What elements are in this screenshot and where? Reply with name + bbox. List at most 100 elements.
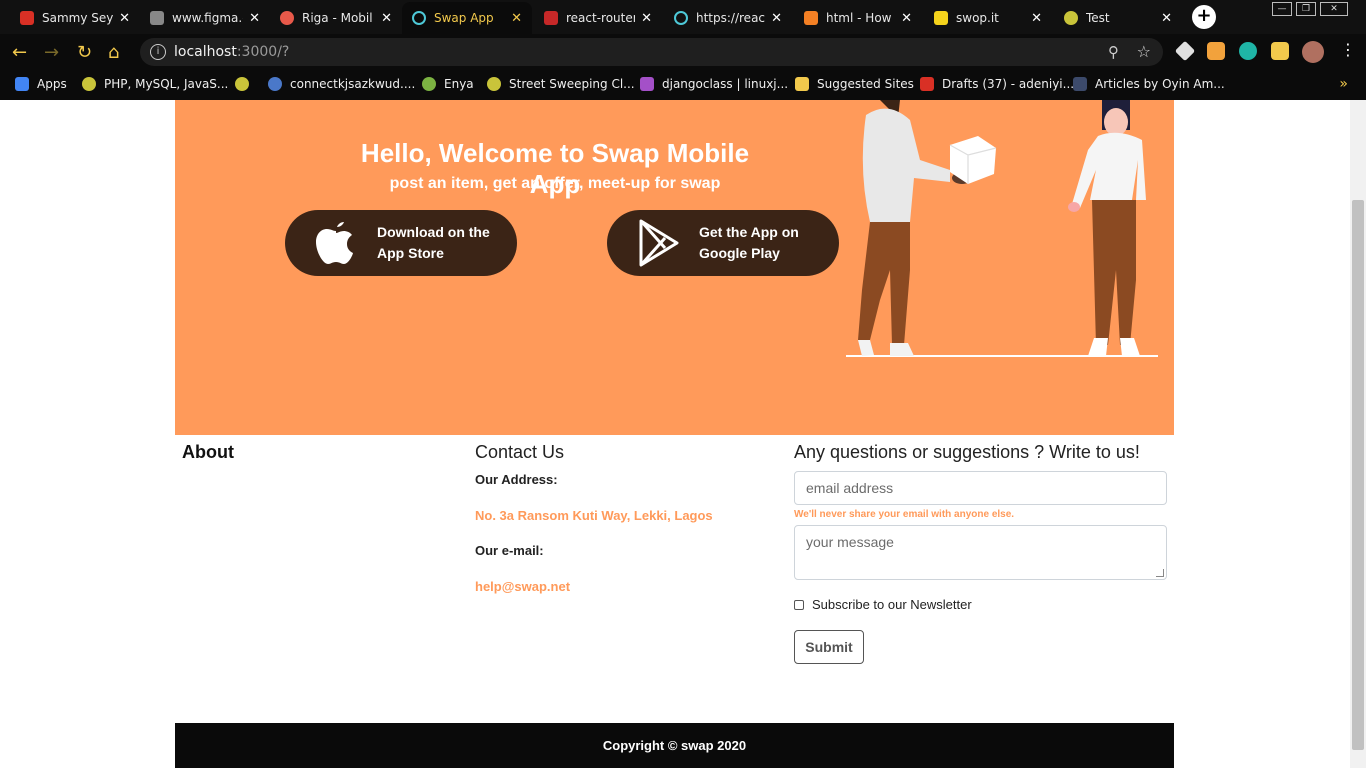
new-tab-button[interactable]: +: [1192, 5, 1216, 29]
about-heading: About: [182, 442, 234, 462]
avatar[interactable]: [1302, 41, 1324, 63]
slack-icon: [640, 77, 654, 91]
tab-title: Swap App: [434, 11, 494, 25]
menu-kebab-icon[interactable]: ⋮: [1340, 40, 1356, 59]
react-icon: [412, 11, 426, 25]
mr-icon: [1073, 77, 1087, 91]
scrollbar-thumb[interactable]: [1352, 200, 1364, 750]
bookmark-php[interactable]: PHP, MySQL, JavaS...: [82, 77, 228, 91]
bookmark-label: djangoclass | linuxj...: [662, 77, 789, 91]
bookmarks-overflow-icon[interactable]: »: [1339, 76, 1348, 92]
tab-riga[interactable]: Riga - Mobil ✕: [270, 2, 402, 34]
bookmark-label: Street Sweeping Cl...: [509, 77, 635, 91]
bookmark-globe[interactable]: [235, 77, 257, 91]
bookmark-connect[interactable]: connectkjsazkwud....: [268, 77, 415, 91]
close-icon[interactable]: ✕: [641, 11, 652, 26]
browser-toolbar: ← → ↻ ⌂ i localhost:3000/? ⚲ ☆ ⋮: [0, 34, 1366, 70]
close-icon[interactable]: ✕: [771, 11, 782, 26]
stackoverflow-icon: [804, 11, 818, 25]
bing-icon: [795, 77, 809, 91]
app-store-line2: App Store: [377, 245, 444, 261]
extension-m-icon[interactable]: [1239, 42, 1257, 60]
window-close-button[interactable]: ✕: [1320, 2, 1348, 16]
site-footer: Copyright © swap 2020: [175, 723, 1174, 768]
tab-react-router[interactable]: react-router ✕: [534, 2, 662, 34]
home-icon[interactable]: ⌂: [108, 42, 119, 63]
form-heading: Any questions or suggestions ? Write to …: [794, 442, 1140, 462]
tab-swap-app[interactable]: Swap App ✕: [402, 2, 532, 34]
address-label: Our Address:: [475, 472, 558, 487]
newsletter-label: Subscribe to our Newsletter: [812, 597, 972, 612]
bookmarks-bar: Apps PHP, MySQL, JavaS... connectkjsazkw…: [0, 70, 1366, 100]
globe-icon: [487, 77, 501, 91]
bookmark-suggested-sites[interactable]: Suggested Sites: [795, 77, 914, 91]
app-store-button[interactable]: Download on the App Store: [285, 210, 517, 276]
submit-button[interactable]: Submit: [794, 630, 864, 664]
enya-icon: [422, 77, 436, 91]
tab-react-docs[interactable]: https://reac ✕: [664, 2, 792, 34]
bookmark-apps[interactable]: Apps: [15, 77, 67, 91]
maximize-button[interactable]: ❐: [1296, 2, 1316, 16]
minimize-button[interactable]: —: [1272, 2, 1292, 16]
tab-title: html - How: [826, 11, 892, 25]
bookmark-articles[interactable]: Articles by Oyin Am...: [1073, 77, 1225, 91]
message-placeholder: your message: [806, 534, 894, 550]
bookmark-label: Apps: [37, 77, 67, 91]
close-icon[interactable]: ✕: [381, 11, 392, 26]
zoom-icon[interactable]: ⚲: [1108, 38, 1119, 66]
bookmark-drafts[interactable]: Drafts (37) - adeniyi...: [920, 77, 1074, 91]
npm-icon: [544, 11, 558, 25]
tab-title: Riga - Mobil: [302, 11, 373, 25]
globe-icon: [235, 77, 249, 91]
google-play-icon: [639, 219, 679, 267]
tab-stackoverflow[interactable]: html - How ✕: [794, 2, 922, 34]
resize-handle-icon[interactable]: [1156, 569, 1164, 577]
bookmark-djangoclass[interactable]: djangoclass | linuxj...: [640, 77, 788, 91]
swap-illustration: [846, 100, 1158, 357]
close-icon[interactable]: ✕: [119, 11, 130, 26]
tab-figma[interactable]: www.figma.c ✕: [140, 2, 270, 34]
bookmark-label: connectkjsazkwud....: [290, 77, 416, 91]
newsletter-checkbox[interactable]: [794, 599, 804, 610]
swop-icon: [934, 11, 948, 25]
info-icon[interactable]: i: [150, 44, 166, 60]
close-icon[interactable]: ✕: [901, 11, 912, 26]
tab-title: https://reac: [696, 11, 766, 25]
tab-gmail[interactable]: Sammy Seyi ✕: [10, 2, 140, 34]
email-label: Our e-mail:: [475, 543, 544, 558]
riga-icon: [280, 11, 294, 25]
close-icon[interactable]: ✕: [511, 11, 522, 26]
apple-icon: [316, 222, 353, 264]
back-arrow-icon[interactable]: ←: [12, 42, 27, 63]
close-icon[interactable]: ✕: [1161, 11, 1172, 26]
hero-banner: Hello, Welcome to Swap Mobile App post a…: [175, 100, 1174, 435]
download-icon[interactable]: [1207, 42, 1225, 60]
q-icon: [268, 77, 282, 91]
apps-grid-icon: [15, 77, 29, 91]
bookmark-label: Suggested Sites: [817, 77, 914, 91]
bookmark-star-icon[interactable]: ☆: [1137, 38, 1151, 66]
bookmark-label: PHP, MySQL, JavaS...: [104, 77, 229, 91]
google-play-button[interactable]: Get the App on Google Play: [607, 210, 839, 276]
bookmark-enya[interactable]: Enya: [422, 77, 474, 91]
email-help-text: We'll never share your email with anyone…: [794, 509, 1015, 520]
message-textarea[interactable]: your message: [794, 525, 1167, 580]
puzzle-icon[interactable]: [1271, 42, 1289, 60]
close-icon[interactable]: ✕: [249, 11, 260, 26]
tab-test[interactable]: Test ✕: [1054, 2, 1182, 34]
url-path: :3000/?: [236, 44, 290, 60]
email-field[interactable]: email address: [794, 471, 1167, 505]
google-play-line2: Google Play: [699, 245, 780, 261]
bookmark-street-sweeping[interactable]: Street Sweeping Cl...: [487, 77, 635, 91]
tab-swop[interactable]: swop.it ✕: [924, 2, 1052, 34]
email-link[interactable]: help@swap.net: [475, 579, 570, 594]
reload-icon[interactable]: ↻: [77, 42, 92, 63]
address-bar[interactable]: i localhost:3000/? ⚲ ☆: [140, 38, 1163, 66]
hero-subtitle: post an item, get an offer, meet-up for …: [389, 175, 721, 192]
newsletter-option[interactable]: Subscribe to our Newsletter: [794, 597, 972, 612]
tab-title: react-router: [566, 11, 636, 25]
forward-arrow-icon[interactable]: →: [44, 42, 59, 63]
close-icon[interactable]: ✕: [1031, 11, 1042, 26]
page-scrollbar[interactable]: [1350, 100, 1366, 768]
extension-cube-icon[interactable]: [1174, 40, 1196, 62]
